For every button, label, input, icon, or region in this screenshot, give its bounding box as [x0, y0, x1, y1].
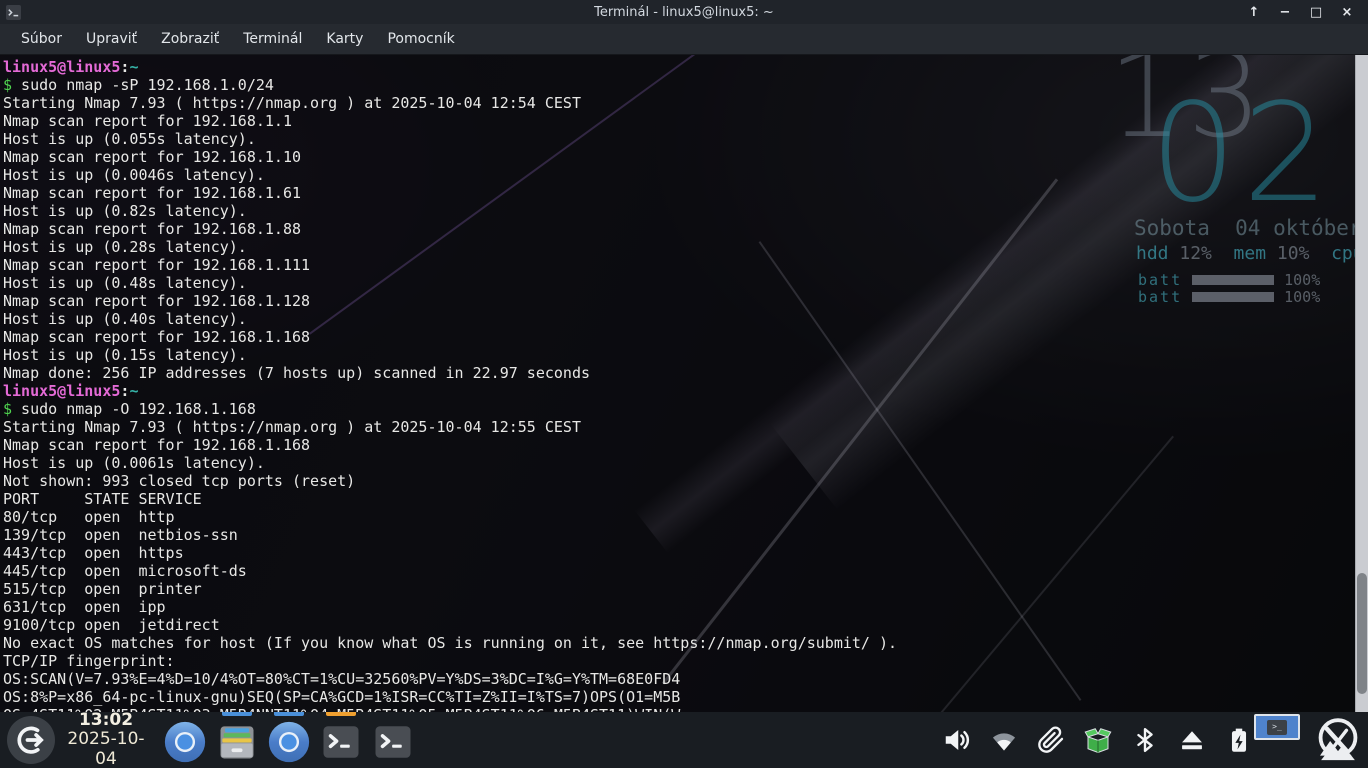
terminal-line: Nmap scan report for 192.168.1.1 [3, 112, 1356, 130]
prompt-dollar: $ [3, 400, 12, 418]
package-icon[interactable] [1083, 725, 1113, 755]
terminal-line: 9100/tcp open jetdirect [3, 616, 1356, 634]
terminal-line: Not shown: 993 closed tcp ports (reset) [3, 472, 1356, 490]
terminal-line: 443/tcp open https [3, 544, 1356, 562]
terminal-line: Nmap scan report for 192.168.1.168 [3, 436, 1356, 454]
terminal-line: Nmap scan report for 192.168.1.61 [3, 184, 1356, 202]
task-button-chromium[interactable] [159, 712, 211, 768]
pager-terminal-icon: >_ [1267, 720, 1287, 735]
volume-icon[interactable] [942, 725, 972, 755]
bluetooth-icon[interactable] [1130, 725, 1160, 755]
terminal-line: Nmap scan report for 192.168.1.168 [3, 328, 1356, 346]
menu-item-2[interactable]: Upraviť [75, 27, 148, 51]
prompt-user-host: linux5@linux5 [3, 58, 120, 76]
eject-icon[interactable] [1177, 725, 1207, 755]
terminal-line: Host is up (0.82s latency). [3, 202, 1356, 220]
prompt-user-host: linux5@linux5 [3, 382, 120, 400]
terminal-line: Nmap done: 256 IP addresses (7 hosts up)… [3, 364, 1356, 382]
terminal-line: No exact OS matches for host (If you kno… [3, 634, 1356, 652]
minimize-button[interactable]: − [1274, 3, 1296, 21]
menu-bar: SúborUpraviťZobraziťTerminálKartyPomocní… [0, 24, 1368, 55]
menu-item-1[interactable]: Súbor [10, 27, 73, 51]
workspace-pager[interactable]: >_ [1254, 714, 1300, 740]
terminal-line: linux5@linux5:~ [3, 58, 1356, 76]
terminal-line: Host is up (0.40s latency). [3, 310, 1356, 328]
terminal-line: 515/tcp open printer [3, 580, 1356, 598]
terminal-line: Host is up (0.055s latency). [3, 130, 1356, 148]
terminal-line: $ sudo nmap -O 192.168.1.168 [3, 400, 1356, 418]
chromium-icon [266, 716, 312, 768]
terminal-line: $ sudo nmap -sP 192.168.1.0/24 [3, 76, 1356, 94]
terminal-line: Starting Nmap 7.93 ( https://nmap.org ) … [3, 94, 1356, 112]
menu-item-6[interactable]: Pomocník [376, 27, 465, 51]
terminal-line: 139/tcp open netbios-ssn [3, 526, 1356, 544]
terminal-line: Nmap scan report for 192.168.1.10 [3, 148, 1356, 166]
terminal-line: Host is up (0.0061s latency). [3, 454, 1356, 472]
close-button[interactable]: × [1336, 3, 1358, 21]
taskbar-clock[interactable]: 13:02 2025-10-04 [63, 711, 149, 768]
task-button-chromium[interactable] [263, 712, 315, 768]
shade-button[interactable]: ↑ [1243, 3, 1265, 21]
logout-button[interactable] [7, 716, 55, 764]
mx-linux-logo-icon[interactable] [1310, 712, 1366, 768]
file-manager-icon [215, 716, 259, 768]
scrollbar-thumb[interactable] [1357, 573, 1367, 694]
terminal-line: Host is up (0.28s latency). [3, 238, 1356, 256]
task-button-file-manager[interactable] [211, 712, 263, 768]
terminal-line: 631/tcp open ipp [3, 598, 1356, 616]
paperclip-icon[interactable] [1036, 725, 1066, 755]
system-tray [942, 712, 1254, 768]
menu-item-4[interactable]: Terminál [232, 27, 313, 51]
menu-item-5[interactable]: Karty [315, 27, 374, 51]
window-buttons [159, 712, 419, 768]
window-titlebar[interactable]: Terminál - linux5@linux5: ~ ↑ − □ × [0, 0, 1368, 24]
terminal-line: Nmap scan report for 192.168.1.111 [3, 256, 1356, 274]
terminal-line: TCP/IP fingerprint: [3, 652, 1356, 670]
battery-icon[interactable] [1224, 725, 1254, 755]
menu-item-3[interactable]: Zobraziť [150, 27, 230, 51]
terminal-line: linux5@linux5:~ [3, 382, 1356, 400]
task-button-terminal[interactable] [315, 712, 367, 768]
terminal-line: Nmap scan report for 192.168.1.128 [3, 292, 1356, 310]
terminal-line: OS:SCAN(V=7.93%E=4%D=10/4%OT=80%CT=1%CU=… [3, 670, 1356, 688]
task-button-terminal[interactable] [367, 712, 419, 768]
terminal-line: Host is up (0.15s latency). [3, 346, 1356, 364]
terminal-line: 80/tcp open http [3, 508, 1356, 526]
taskbar: 13:02 2025-10-04 >_ [0, 712, 1368, 768]
terminal-output[interactable]: linux5@linux5:~$ sudo nmap -sP 192.168.1… [0, 55, 1356, 768]
desktop-screen: 13 02 Sobota 04 október hdd 12% mem 10% … [0, 0, 1368, 768]
terminal-line: 445/tcp open microsoft-ds [3, 562, 1356, 580]
terminal-icon [372, 716, 414, 768]
terminal-line: Starting Nmap 7.93 ( https://nmap.org ) … [3, 418, 1356, 436]
window-title: Terminál - linux5@linux5: ~ [0, 5, 1368, 20]
wifi-icon[interactable] [989, 725, 1019, 755]
chromium-icon [162, 716, 208, 768]
logout-icon [14, 723, 48, 757]
prompt-path: ~ [129, 382, 138, 400]
terminal-scrollbar[interactable] [1355, 55, 1368, 712]
prompt-dollar: $ [3, 76, 12, 94]
terminal-icon [320, 716, 362, 768]
maximize-button[interactable]: □ [1305, 3, 1327, 21]
taskbar-date: 2025-10-04 [63, 730, 149, 768]
terminal-line: Nmap scan report for 192.168.1.88 [3, 220, 1356, 238]
terminal-line: PORT STATE SERVICE [3, 490, 1356, 508]
taskbar-time: 13:02 [63, 711, 149, 731]
prompt-path: ~ [129, 58, 138, 76]
terminal-line: OS:8%P=x86_64-pc-linux-gnu)SEQ(SP=CA%GCD… [3, 688, 1356, 706]
terminal-line: Host is up (0.0046s latency). [3, 166, 1356, 184]
terminal-line: Host is up (0.48s latency). [3, 274, 1356, 292]
